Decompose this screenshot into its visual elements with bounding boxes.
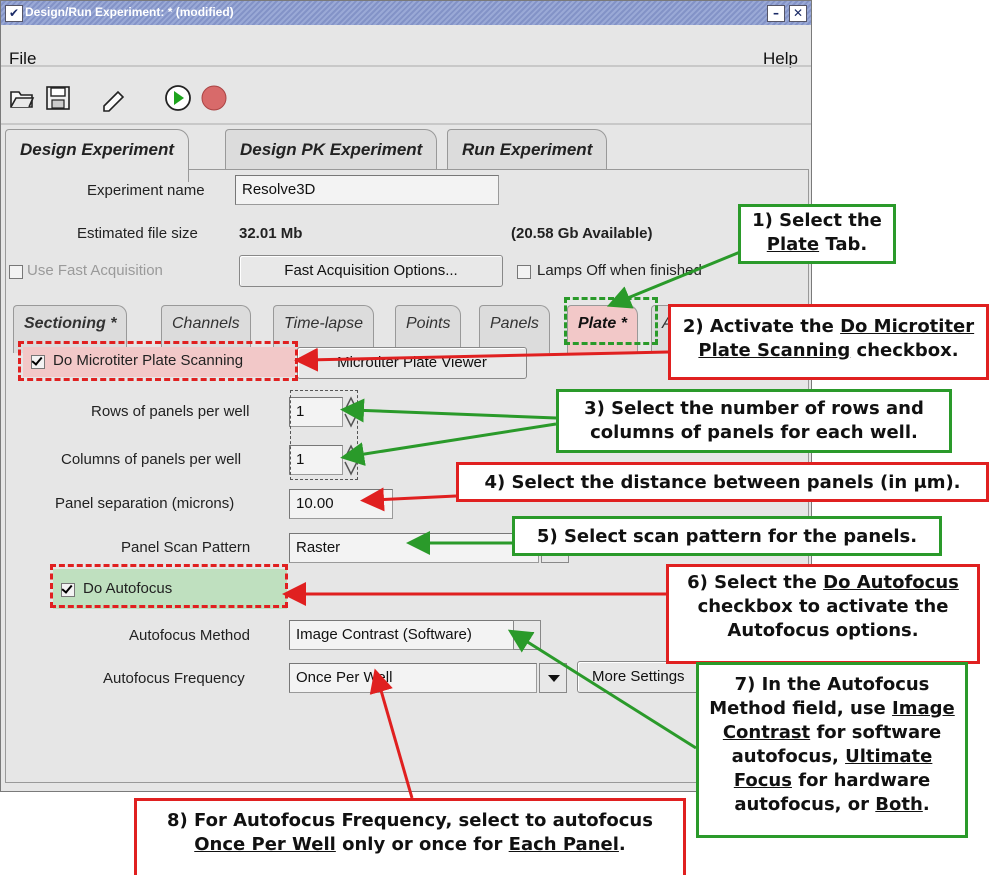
lamps-off-label: Lamps Off when finished <box>537 262 702 279</box>
window-title: Design/Run Experiment: * (modified) <box>25 5 234 19</box>
divider <box>1 123 811 125</box>
step7-text-h: Focus <box>733 770 792 791</box>
step2-text-a: 2) Activate the <box>682 316 834 337</box>
step8-text-e: . <box>618 834 626 855</box>
step3-text-a: 3) Select the number of rows and <box>584 398 924 419</box>
experiment-name-input[interactable]: Resolve3D <box>235 175 499 205</box>
autofocus-method-select[interactable]: Image Contrast (Software) <box>289 620 515 650</box>
step7-text-c: Image <box>892 698 955 719</box>
tab-design-experiment[interactable]: Design Experiment <box>5 129 189 182</box>
run-icon[interactable] <box>161 81 195 115</box>
rows-label: Rows of panels per well <box>91 403 250 420</box>
step7-text-a: 7) In the Autofocus <box>734 674 930 695</box>
separation-label: Panel separation (microns) <box>55 495 235 512</box>
close-icon[interactable]: ✕ <box>789 5 807 22</box>
step6-text-c: checkbox to activate the <box>697 596 949 617</box>
step7-text-d: Contrast <box>722 722 811 743</box>
step6-text-a: 6) Select the <box>687 572 817 593</box>
microtiter-checkbox-highlight <box>18 341 298 381</box>
step3-text-b: columns of panels for each well. <box>590 422 918 443</box>
step2-callout: 2) Activate the Do Microtiter Plate Scan… <box>668 304 989 380</box>
tab-points[interactable]: Points <box>395 305 462 353</box>
file-size-value: 32.01 Mb <box>239 225 303 242</box>
experiment-name-label: Experiment name <box>87 182 205 199</box>
step3-callout: 3) Select the number of rows and columns… <box>556 389 952 453</box>
step6-text-d: Autofocus options. <box>727 620 919 641</box>
step7-text-i: for hardware <box>798 770 931 791</box>
step8-text-c: only or once for <box>342 834 503 855</box>
lamps-off-checkbox[interactable] <box>517 265 531 279</box>
fast-acquisition-label: Use Fast Acquisition <box>27 262 163 279</box>
step2-text-d: checkbox. <box>856 340 959 361</box>
plate-tab-highlight <box>564 297 658 345</box>
step7-text-f: autofocus, <box>731 746 839 767</box>
microtiter-viewer-button[interactable]: Microtiter Plate Viewer <box>297 347 527 379</box>
autofocus-frequency-dropdown-icon[interactable] <box>539 663 567 693</box>
menu-bar <box>1 25 811 65</box>
tab-sectioning-label: Sectioning * <box>24 315 117 332</box>
step7-text-k: Both <box>875 794 923 815</box>
tab-panels[interactable]: Panels <box>479 305 550 353</box>
step7-text-e: for software <box>816 722 942 743</box>
fast-acquisition-checkbox[interactable] <box>9 265 23 279</box>
fast-acquisition-options-button[interactable]: Fast Acquisition Options... <box>239 255 503 287</box>
step8-text-d: Each Panel <box>508 834 619 855</box>
file-size-label: Estimated file size <box>77 225 198 242</box>
step6-callout: 6) Select the Do Autofocus checkbox to a… <box>666 564 980 664</box>
columns-label: Columns of panels per well <box>61 451 242 468</box>
separation-input[interactable]: 10.00 <box>289 489 393 519</box>
step7-callout: 7) In the Autofocus Method field, use Im… <box>696 662 968 838</box>
step8-text-b: Once Per Well <box>194 834 336 855</box>
scan-pattern-label: Panel Scan Pattern <box>121 539 251 556</box>
step1-text-c: Tab. <box>825 234 868 255</box>
step1-text-a: 1) Select the <box>752 210 882 231</box>
step2-text-b: Do Microtiter <box>840 316 975 337</box>
autofocus-frequency-select[interactable]: Once Per Well <box>289 663 537 693</box>
save-icon[interactable] <box>41 81 75 115</box>
stop-icon[interactable] <box>197 81 231 115</box>
autofocus-frequency-label: Autofocus Frequency <box>103 670 245 687</box>
step4-callout: 4) Select the distance between panels (i… <box>456 462 989 502</box>
step6-text-b: Do Autofocus <box>823 572 959 593</box>
autofocus-method-dropdown-icon[interactable] <box>513 620 541 650</box>
step2-text-c: Plate Scanning <box>698 340 851 361</box>
step8-text-a: 8) For Autofocus Frequency, select to au… <box>167 810 653 831</box>
divider <box>1 65 811 67</box>
step1-text-b: Plate <box>766 234 820 255</box>
title-bar[interactable]: ✔ Design/Run Experiment: * (modified) – … <box>1 1 811 25</box>
available-space: (20.58 Gb Available) <box>511 225 653 242</box>
edit-icon[interactable] <box>97 81 131 115</box>
step7-text-g: Ultimate <box>845 746 933 767</box>
scan-pattern-select[interactable]: Raster <box>289 533 539 563</box>
step7-text-b: Method field, use <box>709 698 886 719</box>
open-icon[interactable] <box>5 81 39 115</box>
step7-text-l: . <box>922 794 930 815</box>
window-menu-icon[interactable]: ✔ <box>5 5 23 22</box>
autofocus-method-label: Autofocus Method <box>129 627 250 644</box>
step7-text-j: autofocus, or <box>734 794 870 815</box>
autofocus-checkbox-highlight <box>50 564 288 608</box>
step8-callout: 8) For Autofocus Frequency, select to au… <box>134 798 686 875</box>
step1-callout: 1) Select the Plate Tab. <box>738 204 896 264</box>
spinner-highlight <box>290 390 358 480</box>
step5-callout: 5) Select scan pattern for the panels. <box>512 516 942 556</box>
minimize-icon[interactable]: – <box>767 5 785 22</box>
